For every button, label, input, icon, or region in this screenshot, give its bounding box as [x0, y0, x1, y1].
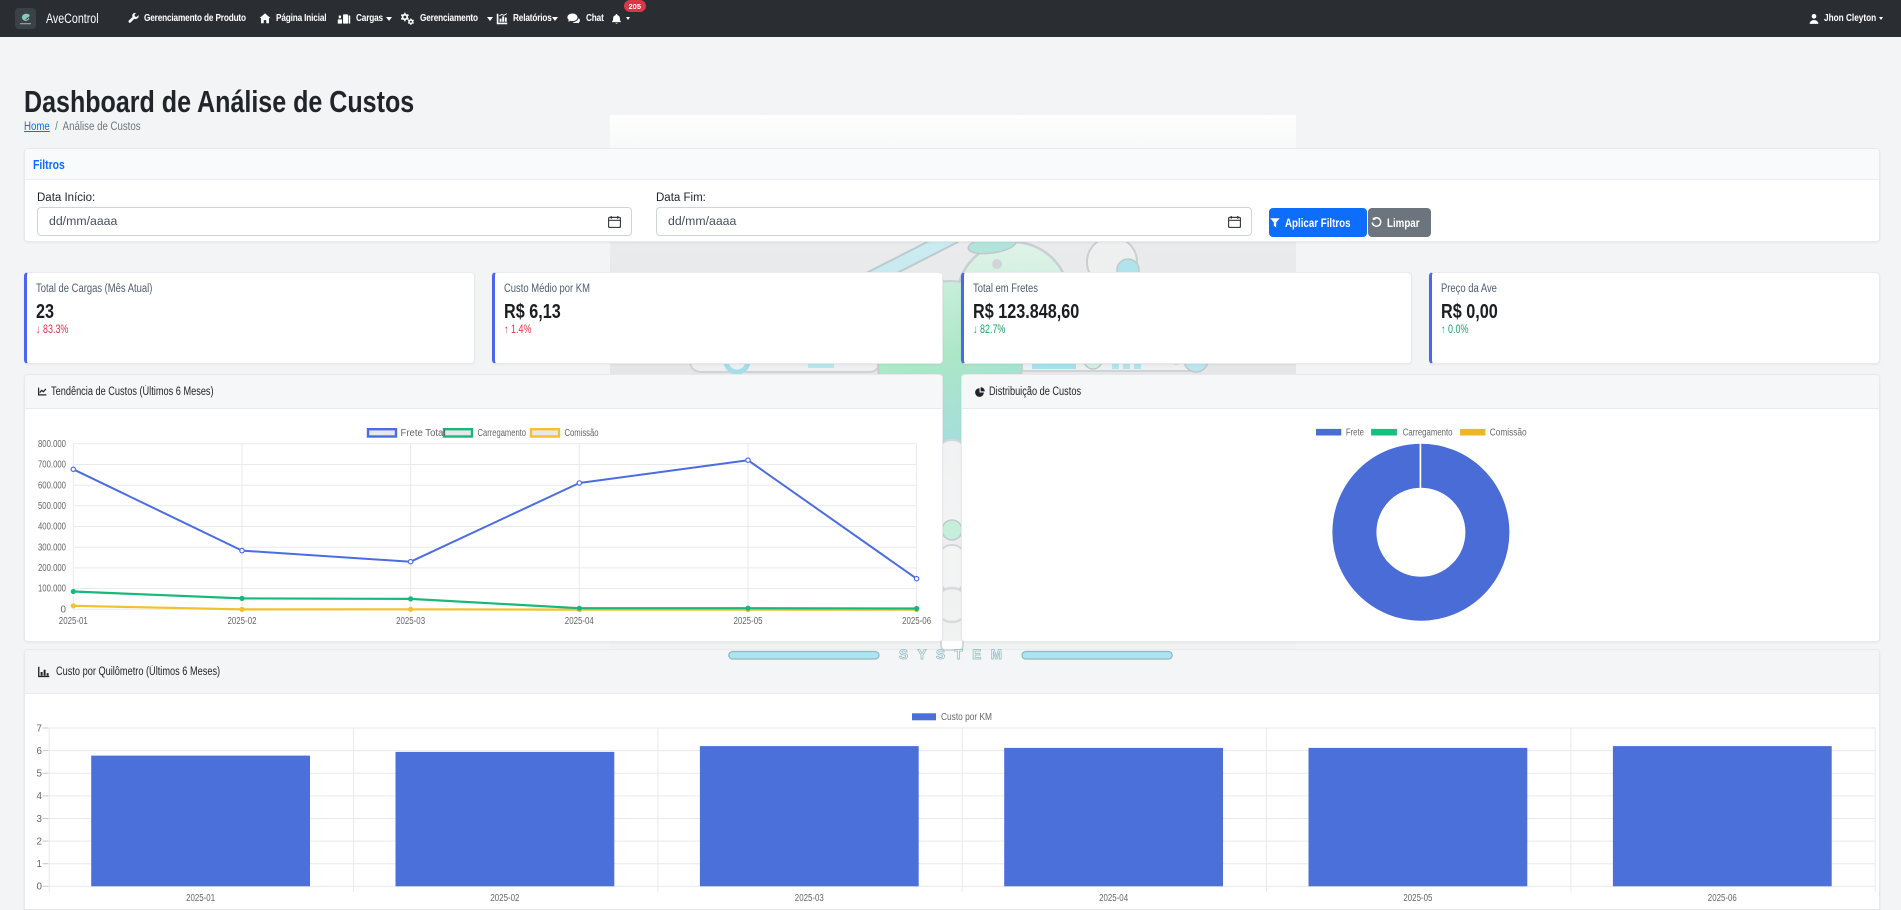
svg-text:300.000: 300.000: [38, 542, 66, 553]
svg-text:4: 4: [36, 791, 42, 802]
svg-text:2025-04: 2025-04: [565, 616, 594, 627]
svg-text:2025-06: 2025-06: [902, 616, 931, 627]
svg-text:600.000: 600.000: [38, 480, 66, 491]
svg-text:Carregamento: Carregamento: [478, 428, 527, 439]
svg-text:2025-01: 2025-01: [59, 616, 88, 627]
svg-text:5: 5: [36, 769, 42, 780]
svg-text:2025-05: 2025-05: [734, 616, 763, 627]
svg-text:Frete Total: Frete Total: [401, 428, 446, 439]
svg-text:Frete: Frete: [1346, 427, 1364, 438]
svg-text:200.000: 200.000: [38, 563, 66, 574]
svg-text:2: 2: [36, 836, 41, 847]
svg-text:400.000: 400.000: [38, 522, 66, 533]
svg-text:100.000: 100.000: [38, 584, 66, 595]
svg-text:7: 7: [36, 723, 41, 734]
svg-text:2025-04: 2025-04: [1099, 893, 1128, 904]
svg-text:Carregamento: Carregamento: [1403, 427, 1453, 438]
svg-text:Comissão: Comissão: [1490, 427, 1527, 438]
svg-text:2025-03: 2025-03: [396, 616, 425, 627]
svg-text:0: 0: [36, 882, 42, 893]
svg-text:2025-05: 2025-05: [1403, 893, 1432, 904]
svg-text:Custo por KM: Custo por KM: [941, 712, 992, 723]
svg-text:2025-02: 2025-02: [490, 893, 519, 904]
svg-text:2025-02: 2025-02: [228, 616, 257, 627]
svg-text:2025-03: 2025-03: [795, 893, 824, 904]
svg-text:Comissão: Comissão: [565, 428, 599, 439]
svg-text:800.000: 800.000: [38, 439, 66, 450]
svg-text:6: 6: [36, 746, 42, 757]
svg-text:2025-01: 2025-01: [186, 893, 215, 904]
svg-text:1: 1: [36, 859, 41, 870]
svg-text:3: 3: [36, 814, 42, 825]
svg-text:2025-06: 2025-06: [1708, 893, 1737, 904]
svg-text:500.000: 500.000: [38, 501, 66, 512]
svg-text:0: 0: [61, 604, 67, 615]
svg-text:700.000: 700.000: [38, 460, 66, 471]
